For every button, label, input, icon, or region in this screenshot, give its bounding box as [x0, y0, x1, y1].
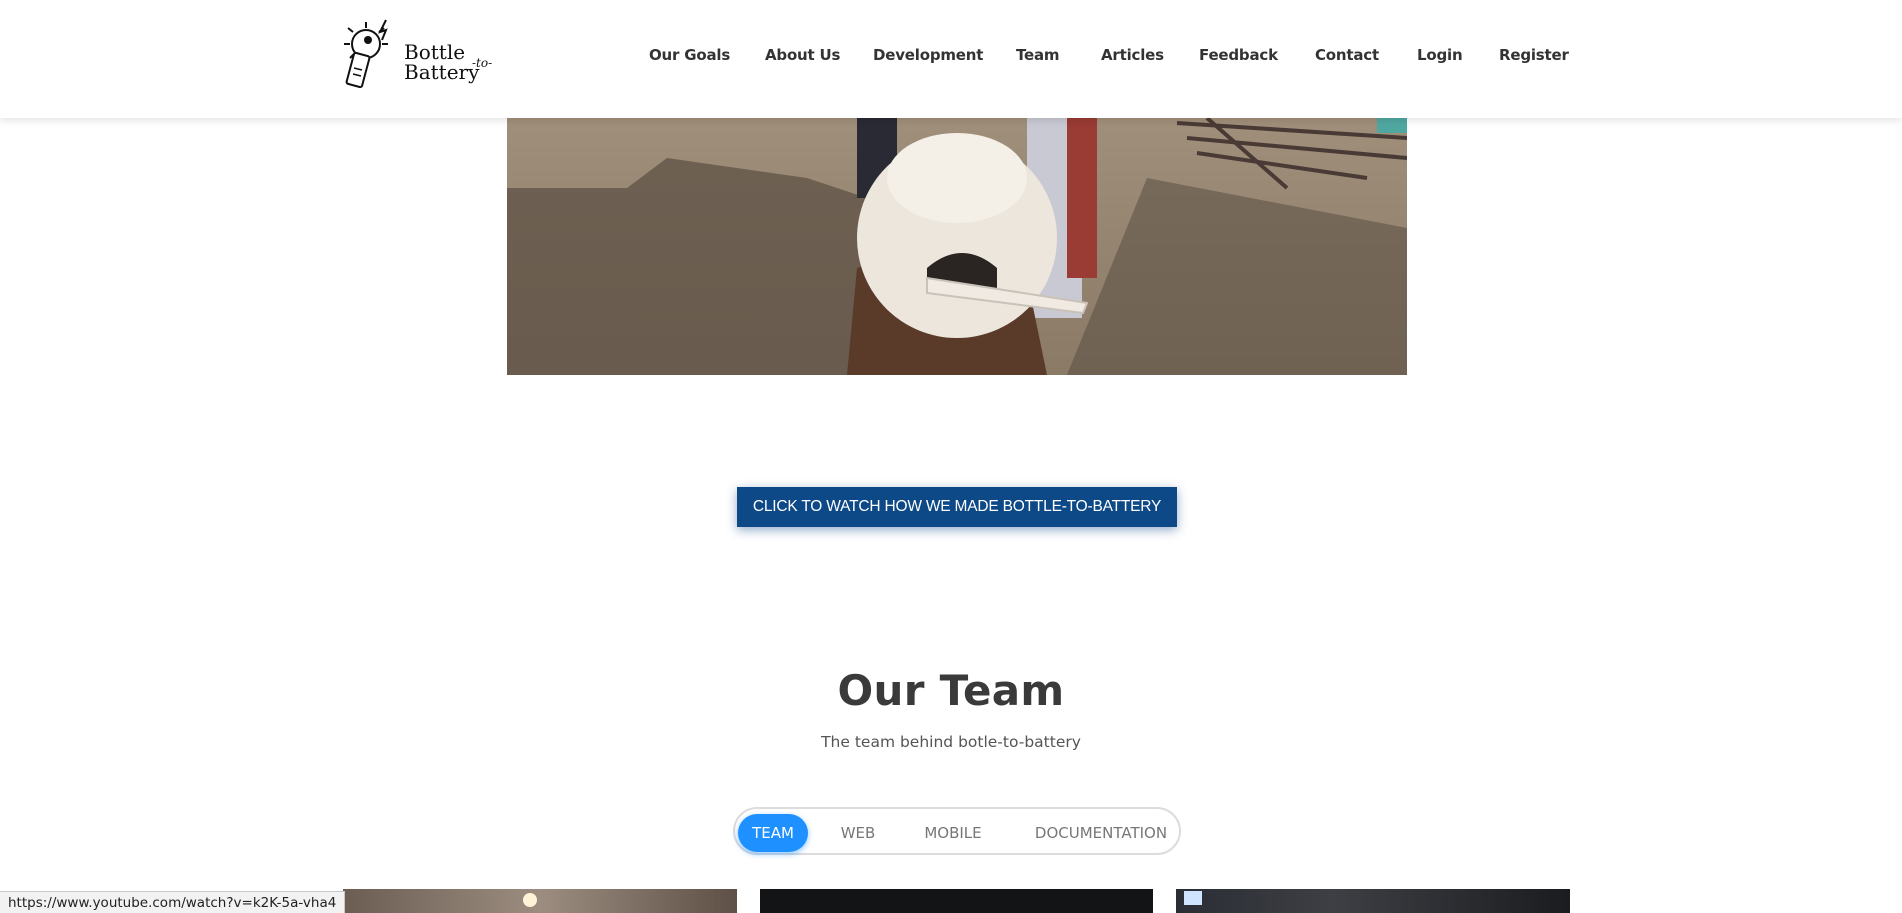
status-bar-url: https://www.youtube.com/watch?v=k2K-5a-v… — [0, 891, 346, 913]
site-header: Bottle Battery -to- Our Goals About Us D… — [0, 0, 1902, 118]
nav-login[interactable]: Login — [1417, 46, 1463, 64]
nav-register[interactable]: Register — [1499, 46, 1569, 64]
team-filter-tabs: TEAM WEB MOBILE DOCUMENTATION — [733, 807, 1181, 855]
nav-feedback[interactable]: Feedback — [1199, 46, 1278, 64]
team-section-subtitle: The team behind botle-to-battery — [821, 733, 1081, 751]
tab-team[interactable]: TEAM — [738, 814, 808, 852]
tab-web[interactable]: WEB — [833, 814, 883, 852]
tab-documentation[interactable]: DOCUMENTATION — [1027, 814, 1175, 852]
nav-articles[interactable]: Articles — [1101, 46, 1164, 64]
watch-video-button[interactable]: CLICK TO WATCH HOW WE MADE BOTTLE-TO-BAT… — [737, 487, 1177, 527]
tab-mobile[interactable]: MOBILE — [918, 814, 988, 852]
brand-logo[interactable]: Bottle Battery -to- — [338, 18, 498, 92]
light-glare — [1184, 891, 1202, 905]
nav-team[interactable]: Team — [1016, 46, 1060, 64]
nav-about-us[interactable]: About Us — [765, 46, 840, 64]
nav-our-goals[interactable]: Our Goals — [649, 46, 730, 64]
nav-development[interactable]: Development — [873, 46, 983, 64]
brand-connector: -to- — [472, 56, 493, 70]
team-card-1[interactable] — [343, 889, 737, 913]
team-card-3[interactable] — [1176, 889, 1570, 913]
hero-photo — [507, 118, 1407, 375]
team-card-2[interactable] — [760, 889, 1153, 913]
bottle-bulb-icon — [344, 19, 388, 89]
light-glare — [523, 893, 537, 907]
team-section-title: Our Team — [837, 666, 1065, 715]
hero-illustration — [507, 118, 1407, 375]
nav-contact[interactable]: Contact — [1315, 46, 1379, 64]
brand-line-2: Battery — [404, 60, 480, 84]
brand-line-1: Bottle — [404, 40, 466, 64]
